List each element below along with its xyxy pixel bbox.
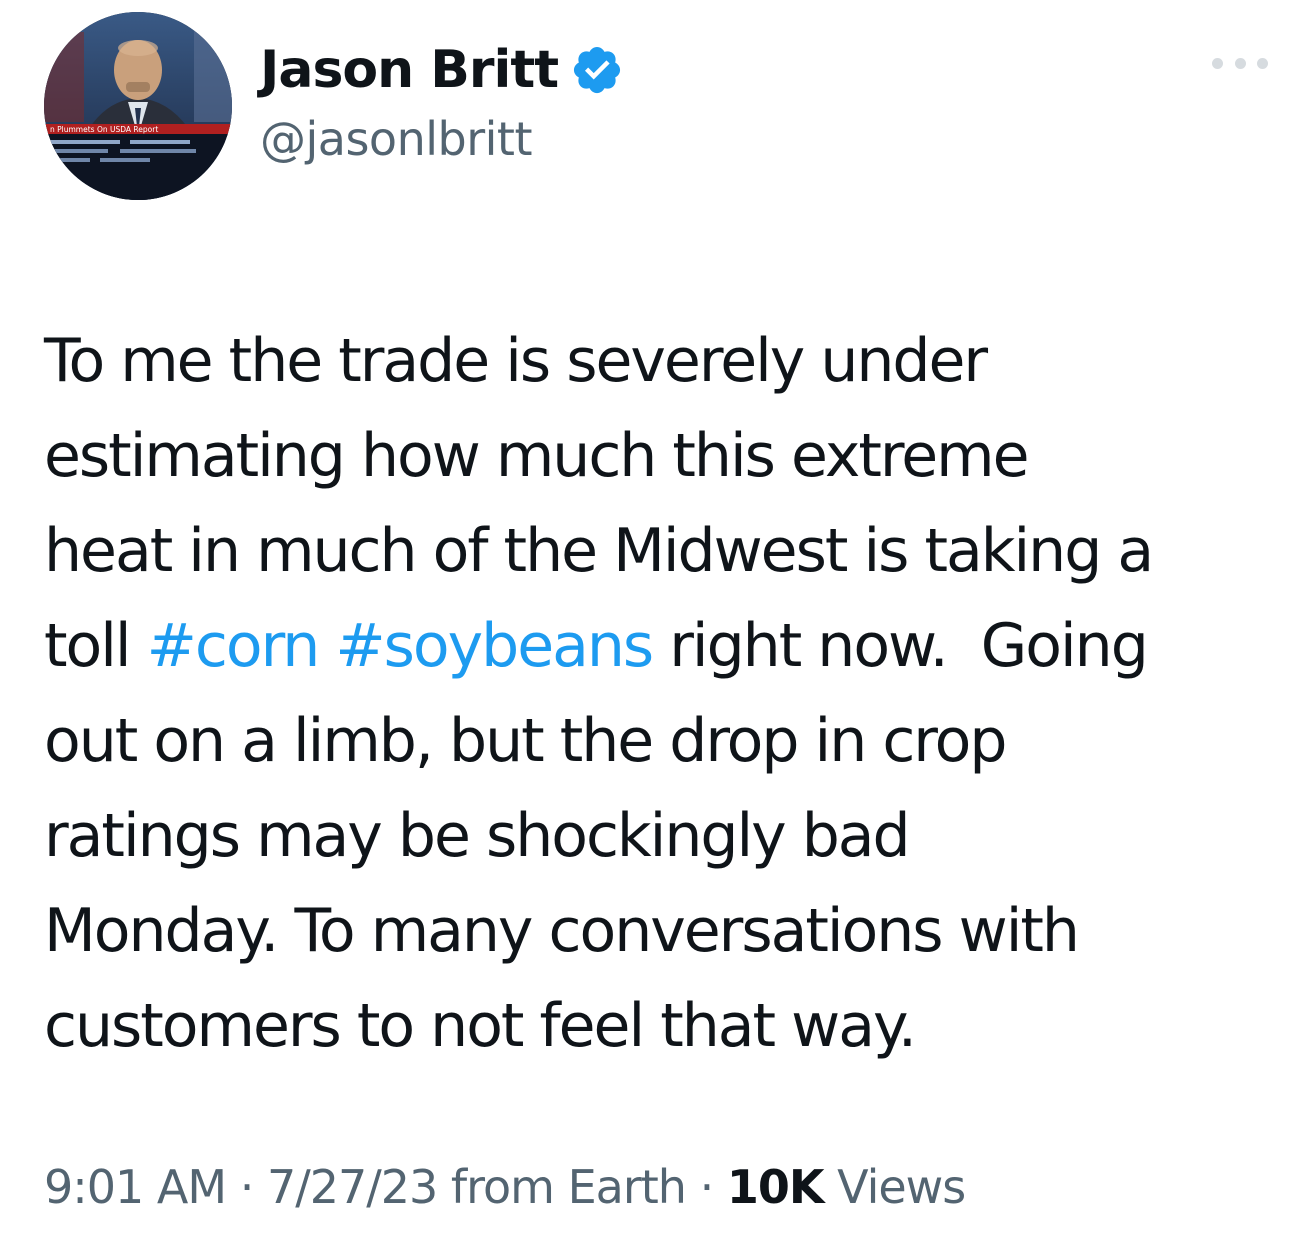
author-name-row: Jason Britt	[260, 34, 624, 106]
tweet-meta: 9:01 AM · 7/27/23 from Earth · 10K Views	[44, 1160, 966, 1214]
hashtag-soybeans-link[interactable]: #soybeans	[335, 611, 654, 681]
more-dot	[1212, 57, 1223, 69]
tweet-text: To me the trade is severely under estima…	[44, 314, 1284, 1074]
tweet-line: estimating how much this extreme	[44, 421, 1029, 491]
more-dot	[1257, 57, 1268, 69]
tweet-line: ratings may be shockingly bad	[44, 801, 911, 871]
tweet-line: out on a limb, but the drop in crop	[44, 706, 1007, 776]
tweet-card: n Plummets On USDA Report Jason Britt @j…	[0, 0, 1290, 1240]
tweet-text-fragment: toll	[44, 611, 147, 681]
views-label: Views	[823, 1160, 966, 1214]
verified-badge-icon[interactable]	[570, 43, 624, 97]
avatar[interactable]: n Plummets On USDA Report	[44, 12, 232, 200]
meta-separator: ·	[685, 1160, 727, 1214]
avatar-image: n Plummets On USDA Report	[44, 12, 232, 200]
tweet-time[interactable]: 9:01 AM	[44, 1160, 227, 1214]
more-dot	[1234, 57, 1246, 69]
tweet-line: Monday. To many conversations with	[44, 896, 1080, 966]
tweet-text-fragment: right now. Going	[652, 611, 1149, 681]
author-handle[interactable]: @jasonlbritt	[260, 112, 532, 166]
tweet-source: from Earth	[437, 1160, 687, 1214]
avatar-caption: n Plummets On USDA Report	[50, 125, 158, 134]
tweet-text-fragment	[318, 611, 335, 681]
meta-separator: ·	[226, 1160, 267, 1214]
tweet-line: To me the trade is severely under	[44, 326, 988, 396]
tweet-line: customers to not feel that way.	[44, 991, 917, 1061]
tweet-line-with-hashtags: toll #corn #soybeans right now. Going	[44, 599, 1284, 694]
more-options-icon[interactable]	[1212, 48, 1268, 78]
views-count[interactable]: 10K	[727, 1160, 825, 1214]
display-name[interactable]: Jason Britt	[260, 40, 559, 100]
hashtag-corn-link[interactable]: #corn	[147, 611, 321, 681]
tweet-line: heat in much of the Midwest is taking a	[44, 516, 1154, 586]
tweet-date[interactable]: 7/27/23	[267, 1160, 438, 1214]
